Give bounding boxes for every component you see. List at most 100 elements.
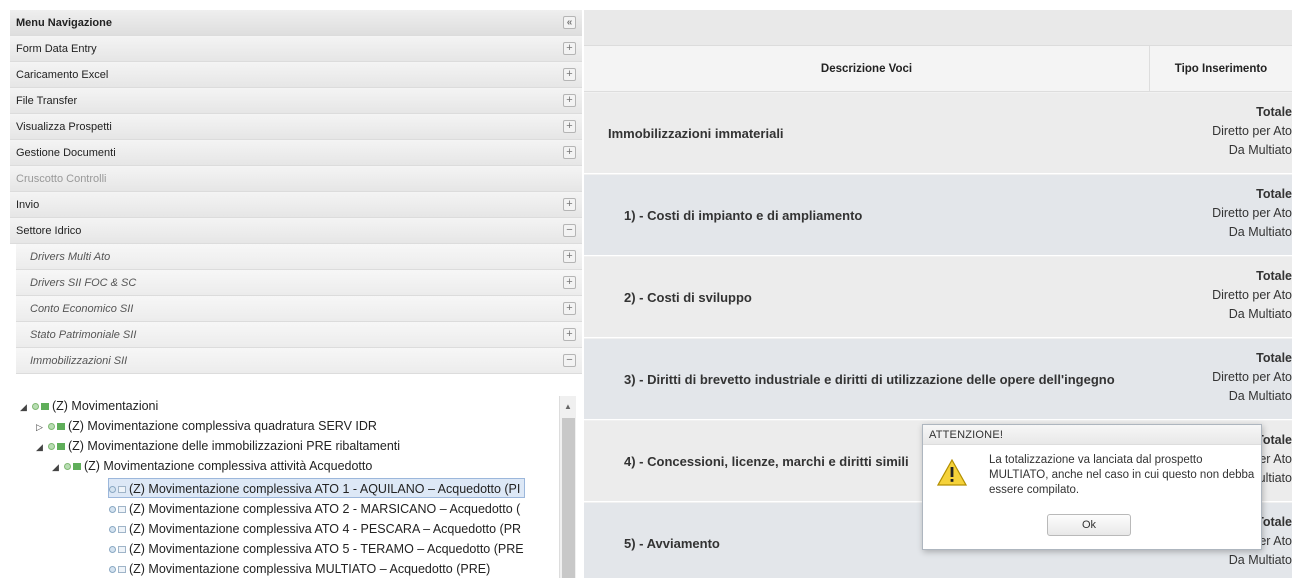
document-icon: [118, 526, 126, 534]
tree-node[interactable]: (Z) Movimentazione complessiva ATO 2 - M…: [109, 499, 520, 519]
tree-node-label: (Z) Movimentazione complessiva quadratur…: [68, 419, 377, 433]
tree-scrollbar[interactable]: ▲: [559, 396, 576, 578]
folder-icon: [57, 443, 65, 451]
type-totale: Totale: [1256, 351, 1292, 365]
collapsed-arrow-icon[interactable]: ▷: [36, 417, 48, 437]
menu-item-label: Invio: [16, 199, 40, 211]
status-dot-icon: [109, 546, 116, 554]
menu-item-gestione-documenti[interactable]: Gestione Documenti +: [10, 140, 582, 166]
status-dot-icon: [109, 526, 116, 534]
menu-item-label: File Transfer: [16, 95, 78, 107]
tree-node[interactable]: ◢ (Z) Movimentazioni: [20, 396, 158, 416]
submenu-item-immobilizzazioni-sii[interactable]: Immobilizzazioni SII −: [16, 348, 582, 374]
type-diretto-per-ato: Diretto per Ato: [1212, 288, 1292, 302]
grid-row[interactable]: 3) - Diritti di brevetto industriale e d…: [584, 339, 1292, 420]
grid-row[interactable]: Immobilizzazioni immateriali Totale Dire…: [584, 93, 1292, 174]
column-header-descrizione[interactable]: Descrizione Voci: [584, 46, 1150, 92]
grid-row[interactable]: 2) - Costi di sviluppo Totale Diretto pe…: [584, 257, 1292, 338]
tree-node[interactable]: ◢ (Z) Movimentazione delle immobilizzazio…: [36, 436, 400, 456]
dialog-message: La totalizzazione va lanciata dal prospe…: [989, 454, 1255, 496]
scrollbar-thumb[interactable]: [562, 418, 575, 578]
type-totale: Totale: [1256, 269, 1292, 283]
grid-header: Descrizione Voci Tipo Inserimento: [584, 46, 1292, 92]
menu-header: Menu Navigazione «: [10, 10, 582, 36]
expand-icon[interactable]: +: [563, 276, 576, 289]
submenu-item-drivers-multi-ato[interactable]: Drivers Multi Ato +: [16, 244, 582, 270]
ok-button[interactable]: Ok: [1047, 514, 1131, 536]
row-types: Totale Diretto per Ato Da Multiato: [1142, 267, 1292, 324]
type-da-multiato: Da Multiato: [1228, 143, 1292, 157]
row-description: Immobilizzazioni immateriali: [608, 126, 784, 141]
expand-icon[interactable]: +: [563, 42, 576, 55]
type-totale: Totale: [1256, 105, 1292, 119]
menu-item-file-transfer[interactable]: File Transfer +: [10, 88, 582, 114]
row-types: Totale Diretto per Ato Da Multiato: [1142, 349, 1292, 406]
expand-icon[interactable]: +: [563, 146, 576, 159]
tree-view: ◢ (Z) Movimentazioni ▷ (Z) Movimentazione …: [16, 396, 576, 578]
status-dot-icon: [64, 463, 71, 471]
tree-node[interactable]: (Z) Movimentazione complessiva ATO 4 - P…: [109, 519, 521, 539]
tree-node-selected[interactable]: (Z) Movimentazione complessiva ATO 1 - A…: [108, 478, 526, 498]
menu-item-form-data-entry[interactable]: Form Data Entry +: [10, 36, 582, 62]
main-toolbar: [584, 10, 1292, 46]
menu-item-label: Settore Idrico: [16, 225, 82, 237]
expand-icon[interactable]: +: [563, 68, 576, 81]
document-icon: [118, 566, 126, 574]
grid-row[interactable]: 1) - Costi di impianto e di ampliamento …: [584, 175, 1292, 256]
menu-item-label: Gestione Documenti: [16, 147, 116, 159]
scroll-up-icon[interactable]: ▲: [564, 402, 572, 411]
collapse-icon[interactable]: −: [563, 224, 576, 237]
menu-item-settore-idrico[interactable]: Settore Idrico −: [10, 218, 582, 244]
type-diretto-per-ato: Diretto per Ato: [1212, 206, 1292, 220]
tree-node-label: (Z) Movimentazione complessiva ATO 1 - A…: [129, 482, 521, 496]
document-icon: [118, 486, 126, 494]
menu-item-label: Caricamento Excel: [16, 69, 109, 81]
tree-node-label: (Z) Movimentazioni: [52, 399, 159, 413]
tree-node-label: (Z) Movimentazione complessiva ATO 5 - T…: [129, 542, 524, 556]
type-da-multiato: Da Multiato: [1228, 389, 1292, 403]
submenu-item-label: Conto Economico SII: [30, 303, 134, 315]
tree-node[interactable]: (Z) Movimentazione complessiva ATO 5 - T…: [109, 539, 524, 559]
document-icon: [118, 506, 126, 514]
submenu-item-stato-patrimoniale-sii[interactable]: Stato Patrimoniale SII +: [16, 322, 582, 348]
expanded-arrow-icon[interactable]: ◢: [52, 457, 64, 477]
menu-item-caricamento-excel[interactable]: Caricamento Excel +: [10, 62, 582, 88]
type-da-multiato: Da Multiato: [1228, 307, 1292, 321]
tree-node-label: (Z) Movimentazione complessiva attività …: [84, 459, 373, 473]
status-dot-icon: [48, 443, 55, 451]
submenu-item-conto-economico-sii[interactable]: Conto Economico SII +: [16, 296, 582, 322]
row-description: 2) - Costi di sviluppo: [624, 290, 752, 305]
menu-item-invio[interactable]: Invio +: [10, 192, 582, 218]
expanded-arrow-icon[interactable]: ◢: [20, 397, 32, 417]
folder-icon: [73, 463, 81, 471]
menu-item-label: Visualizza Prospetti: [16, 121, 112, 133]
column-header-tipo-inserimento[interactable]: Tipo Inserimento: [1150, 46, 1292, 92]
expanded-arrow-icon[interactable]: ◢: [36, 437, 48, 457]
expand-icon[interactable]: +: [563, 120, 576, 133]
status-dot-icon: [109, 566, 116, 574]
type-da-multiato: Da Multiato: [1228, 553, 1292, 567]
menu-item-visualizza-prospetti[interactable]: Visualizza Prospetti +: [10, 114, 582, 140]
expand-icon[interactable]: +: [563, 302, 576, 315]
submenu-item-drivers-sii-foc-sc[interactable]: Drivers SII FOC & SC +: [16, 270, 582, 296]
expand-icon[interactable]: +: [563, 94, 576, 107]
tree-node[interactable]: ◢ (Z) Movimentazione complessiva attività…: [52, 456, 372, 476]
status-dot-icon: [48, 423, 55, 431]
type-diretto-per-ato: Diretto per Ato: [1212, 370, 1292, 384]
row-description: 1) - Costi di impianto e di ampliamento: [624, 208, 863, 223]
tree-node-label: (Z) Movimentazione complessiva ATO 2 - M…: [129, 502, 521, 516]
expand-icon[interactable]: +: [563, 250, 576, 263]
tree-node[interactable]: (Z) Movimentazione complessiva MULTIATO …: [109, 559, 490, 578]
collapse-icon[interactable]: −: [563, 354, 576, 367]
navigation-menu: Menu Navigazione « Form Data Entry + Car…: [10, 10, 582, 578]
expand-icon[interactable]: +: [563, 328, 576, 341]
tree-node-label: (Z) Movimentazione complessiva MULTIATO …: [129, 562, 491, 576]
expand-icon[interactable]: +: [563, 198, 576, 211]
tree-node-label: (Z) Movimentazione delle immobilizzazion…: [68, 439, 401, 453]
tree-node[interactable]: ▷ (Z) Movimentazione complessiva quadratu…: [36, 416, 377, 436]
collapse-menu-icon[interactable]: «: [563, 16, 576, 29]
folder-icon: [41, 403, 49, 411]
dialog-title: ATTENZIONE!: [923, 425, 1261, 445]
menu-item-label: Form Data Entry: [16, 43, 97, 55]
document-icon: [118, 546, 126, 554]
